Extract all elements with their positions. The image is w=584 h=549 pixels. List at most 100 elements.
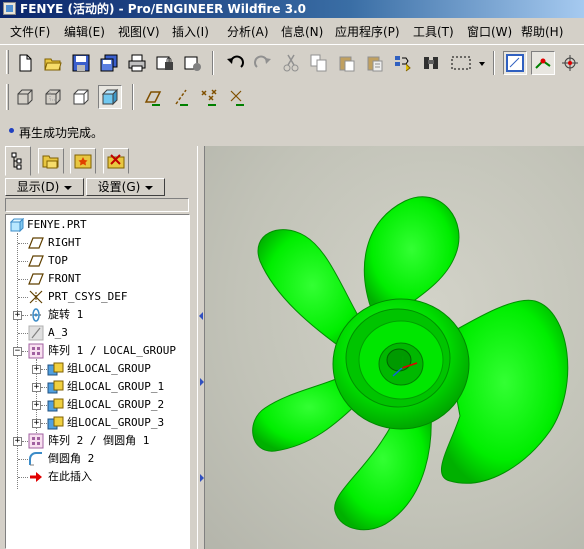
save-button[interactable] [70, 52, 92, 74]
datum-axis-toggle-icon [175, 89, 188, 106]
menu-window[interactable]: 窗口(W) [467, 23, 512, 40]
chevron-down-icon [145, 185, 154, 190]
menu-applications[interactable]: 应用程序(P) [335, 23, 400, 40]
expand-plus-icon[interactable]: + [13, 437, 22, 446]
toolbar-separator [132, 84, 134, 110]
undo-icon [227, 55, 244, 68]
tree-item[interactable]: + 旋转 1 [6, 306, 189, 324]
open-file-button[interactable] [42, 52, 64, 74]
datum-points-button[interactable] [559, 52, 581, 74]
find-button[interactable] [420, 52, 442, 74]
menu-view[interactable]: 视图(V) [118, 23, 160, 40]
redo-button[interactable] [252, 52, 274, 74]
tree-item-label: RIGHT [48, 236, 82, 249]
tree-item-root[interactable]: FENYE.PRT [6, 216, 189, 234]
datum-plane-toggle-button[interactable] [142, 86, 164, 108]
datum-axis-toggle-button[interactable] [170, 86, 192, 108]
tab-connections[interactable] [103, 148, 129, 174]
view-toolbar [0, 80, 584, 116]
expand-plus-icon[interactable]: + [32, 401, 41, 410]
expand-plus-icon[interactable]: + [32, 365, 41, 374]
tree-item[interactable]: A_3 [6, 324, 189, 342]
tree-item[interactable]: + 组LOCAL_GROUP_2 [6, 396, 189, 414]
tree-item-label: A_3 [48, 326, 68, 339]
email-button[interactable] [154, 52, 176, 74]
tree-item[interactable]: + 阵列 2 / 倒圆角 1 [6, 432, 189, 450]
datum-point-toggle-icon [201, 89, 217, 106]
wireframe-cube-icon [17, 89, 33, 105]
menu-bar: 文件(F) 编辑(E) 视图(V) 插入(I) 分析(A) 信息(N) 应用程序… [0, 18, 584, 44]
main-toolbar [0, 44, 584, 80]
settings-dropdown[interactable]: 设置(G) [86, 178, 165, 196]
tree-item[interactable]: + 组LOCAL_GROUP_3 [6, 414, 189, 432]
csys-toggle-button[interactable] [226, 86, 248, 108]
model-tree[interactable]: FENYE.PRT RIGHT TOP FRONT PRT_CSYS_DEF +… [5, 214, 190, 549]
tree-item-label: 倒圆角 2 [48, 452, 95, 465]
tree-item[interactable]: FRONT [6, 270, 189, 288]
save-copy-button[interactable] [98, 52, 120, 74]
menu-file[interactable]: 文件(F) [10, 23, 50, 40]
hidden-line-button[interactable] [42, 86, 64, 108]
no-hidden-button[interactable] [70, 86, 92, 108]
datum-display-button[interactable] [531, 51, 555, 75]
graphics-window[interactable] [205, 146, 584, 549]
tree-item[interactable]: − 阵列 1 / LOCAL_GROUP [6, 342, 189, 360]
tab-folder-browser[interactable] [38, 148, 64, 174]
datum-point-toggle-button[interactable] [198, 86, 220, 108]
tree-item[interactable]: + 组LOCAL_GROUP [6, 360, 189, 378]
paste-special-button[interactable] [364, 52, 386, 74]
scissors-icon [283, 54, 299, 72]
fan-model[interactable] [205, 146, 584, 549]
tree-item-label: 在此插入 [48, 470, 92, 483]
tree-item-label: 组LOCAL_GROUP_2 [67, 398, 165, 411]
expand-plus-icon[interactable]: + [32, 419, 41, 428]
round-icon [29, 452, 42, 466]
expand-plus-icon[interactable]: + [13, 311, 22, 320]
copy-icon [310, 54, 327, 72]
chevron-down-icon [479, 62, 485, 66]
send-button[interactable] [182, 52, 204, 74]
expand-plus-icon[interactable]: + [32, 383, 41, 392]
cut-button[interactable] [280, 52, 302, 74]
tree-item[interactable]: TOP [6, 252, 189, 270]
show-dropdown-label: 显示(D) [16, 180, 60, 194]
collapse-left-icon[interactable] [199, 312, 203, 320]
toolbar-grip[interactable] [6, 50, 9, 74]
menu-info[interactable]: 信息(N) [281, 23, 323, 40]
selection-dropdown-button[interactable] [476, 52, 488, 74]
new-file-icon [19, 54, 32, 72]
expand-right-icon[interactable] [200, 378, 204, 386]
tab-model-tree[interactable] [5, 146, 31, 176]
copy-button[interactable] [308, 52, 330, 74]
show-dropdown[interactable]: 显示(D) [5, 178, 84, 196]
print-button[interactable] [126, 52, 148, 74]
shading-button[interactable] [98, 85, 122, 109]
collapse-minus-icon[interactable]: − [13, 347, 22, 356]
selection-box-button[interactable] [448, 52, 476, 74]
tab-favorites[interactable] [70, 148, 96, 174]
panel-splitter[interactable] [197, 146, 205, 549]
revolve-icon [30, 308, 42, 322]
regenerate-button[interactable] [392, 52, 414, 74]
expand-right-icon[interactable] [200, 474, 204, 482]
menu-analysis[interactable]: 分析(A) [227, 23, 269, 40]
menu-tools[interactable]: 工具(T) [413, 23, 454, 40]
wireframe-button[interactable] [14, 86, 36, 108]
tree-item-label: TOP [48, 254, 68, 267]
undo-button[interactable] [224, 52, 246, 74]
tree-item[interactable]: 倒圆角 2 [6, 450, 189, 468]
menu-help[interactable]: 帮助(H) [521, 23, 563, 40]
toolbar-separator [493, 51, 495, 75]
sketch-view-button[interactable] [503, 51, 527, 75]
tree-item[interactable]: PRT_CSYS_DEF [6, 288, 189, 306]
menu-edit[interactable]: 编辑(E) [64, 23, 105, 40]
tree-item[interactable]: RIGHT [6, 234, 189, 252]
new-file-button[interactable] [14, 52, 36, 74]
menu-insert[interactable]: 插入(I) [172, 23, 209, 40]
tree-item[interactable]: + 组LOCAL_GROUP_1 [6, 378, 189, 396]
redo-icon [254, 55, 271, 68]
paste-button[interactable] [336, 52, 358, 74]
toolbar-grip[interactable] [6, 84, 9, 110]
tree-item-insert-here[interactable]: 在此插入 [6, 468, 189, 486]
tree-column-header[interactable] [5, 198, 189, 212]
